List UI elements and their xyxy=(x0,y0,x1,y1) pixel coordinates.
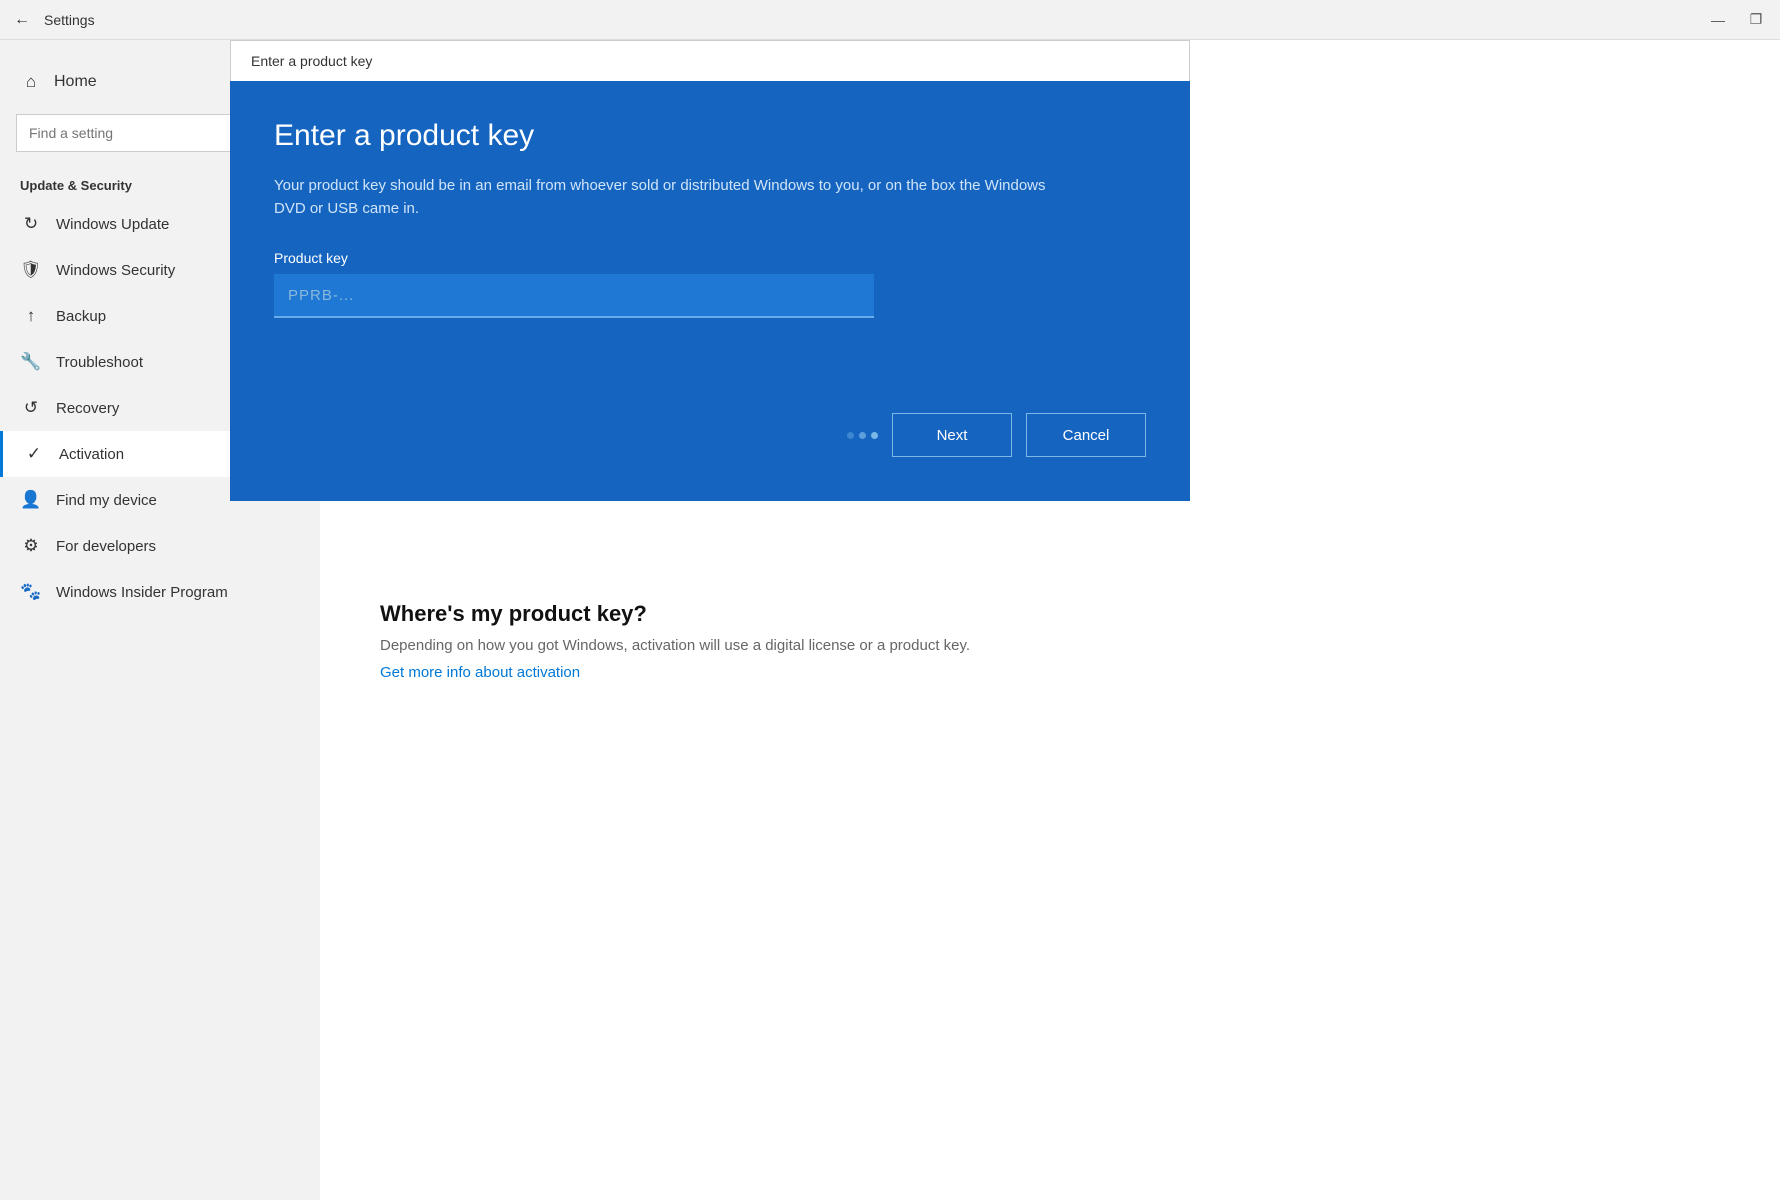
windows-update-icon: ↻ xyxy=(20,214,42,234)
loading-spinner xyxy=(847,432,878,439)
next-button[interactable]: Next xyxy=(892,413,1012,457)
for-developers-icon: ⚙ xyxy=(20,536,42,556)
spinner-dot-3 xyxy=(871,432,878,439)
sidebar-item-for-developers[interactable]: ⚙ For developers xyxy=(0,523,320,569)
titlebar-title: Settings xyxy=(44,12,95,28)
dialog-main-title: Enter a product key xyxy=(274,119,1146,153)
product-key-title: Where's my product key? xyxy=(380,601,1720,627)
troubleshoot-icon: 🔧 xyxy=(20,352,42,372)
window-controls: — ❐ xyxy=(1708,11,1766,28)
dialog-description: Your product key should be in an email f… xyxy=(274,175,1054,220)
dialog-titlebar: Enter a product key xyxy=(230,40,1190,81)
dialog-body: Enter a product key Your product key sho… xyxy=(230,81,1190,501)
dialog-footer: Next Cancel xyxy=(274,383,1146,457)
product-key-input[interactable] xyxy=(274,274,874,318)
minimize-button[interactable]: — xyxy=(1708,12,1728,28)
sidebar-item-label: Windows Update xyxy=(56,216,169,233)
sidebar-home-label: Home xyxy=(54,73,97,91)
sidebar-item-label: Find my device xyxy=(56,492,157,509)
backup-icon: ↑ xyxy=(20,306,42,326)
cancel-button[interactable]: Cancel xyxy=(1026,413,1146,457)
activation-icon: ✓ xyxy=(23,444,45,464)
spinner-dot-1 xyxy=(847,432,854,439)
find-my-device-icon: 👤 xyxy=(20,490,42,510)
sidebar-item-label: Activation xyxy=(59,446,124,463)
back-button[interactable]: ← xyxy=(14,11,30,29)
sidebar-item-label: Windows Security xyxy=(56,262,175,279)
sidebar-item-windows-insider[interactable]: 🐾 Windows Insider Program xyxy=(0,569,320,615)
windows-security-icon: 🛡 xyxy=(20,260,42,280)
sidebar-item-label: Windows Insider Program xyxy=(56,584,228,601)
restore-button[interactable]: ❐ xyxy=(1746,11,1766,28)
sidebar-item-label: Backup xyxy=(56,308,106,325)
sidebar-item-label: Troubleshoot xyxy=(56,354,143,371)
product-key-desc: Depending on how you got Windows, activa… xyxy=(380,637,1200,654)
product-key-section: Where's my product key? Depending on how… xyxy=(380,601,1720,682)
home-icon: ⌂ xyxy=(20,72,42,92)
windows-insider-icon: 🐾 xyxy=(20,582,42,602)
recovery-icon: ↺ xyxy=(20,398,42,418)
sidebar-item-label: For developers xyxy=(56,538,156,555)
sidebar-item-label: Recovery xyxy=(56,400,119,417)
product-key-link[interactable]: Get more info about activation xyxy=(380,664,580,681)
spinner-dot-2 xyxy=(859,432,866,439)
titlebar: ← Settings — ❐ xyxy=(0,0,1780,40)
product-key-dialog: Enter a product key Enter a product key … xyxy=(230,40,1190,501)
dialog-field-label: Product key xyxy=(274,250,1146,266)
